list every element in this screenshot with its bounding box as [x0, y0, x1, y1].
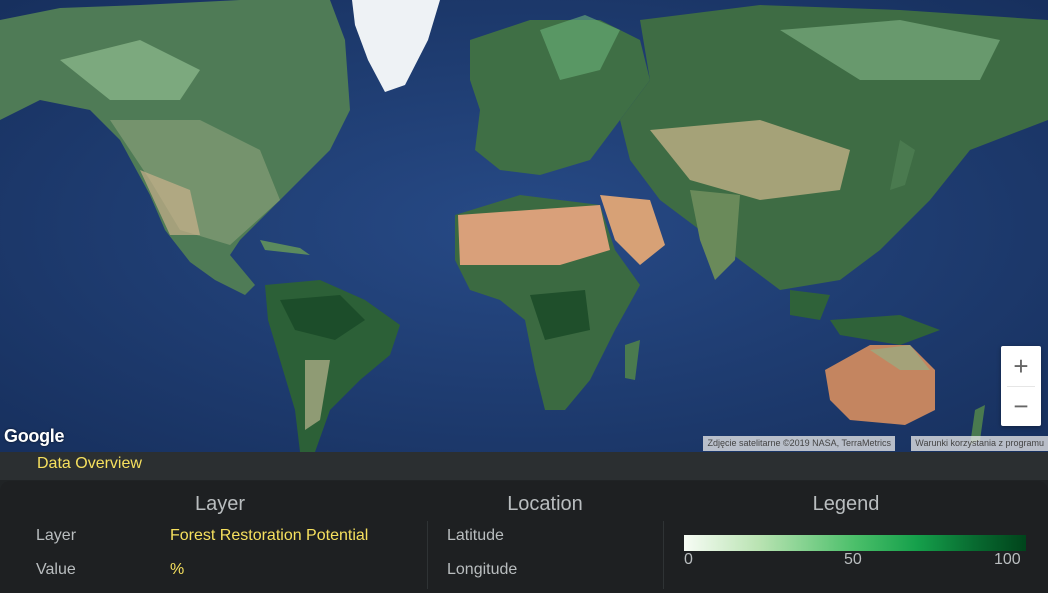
location-heading: Location: [507, 493, 583, 515]
data-overview-bar: Data Overview: [0, 452, 1048, 480]
info-panel: Layer Layer Forest Restoration Potential…: [0, 481, 1048, 593]
value-value: %: [170, 561, 185, 578]
latitude-label: Latitude: [447, 527, 504, 544]
legend-tick-max: 100: [994, 551, 1021, 568]
legend-tick-mid: 50: [844, 551, 862, 568]
plus-icon: +: [1013, 350, 1029, 381]
map-attribution: Zdjęcie satelitarne ©2019 NASA, TerraMet…: [703, 436, 895, 451]
column-divider: [427, 521, 428, 589]
google-logo: Google: [4, 426, 65, 446]
legend-tick-min: 0: [684, 551, 693, 568]
legend-heading: Legend: [812, 493, 880, 515]
column-divider: [663, 521, 664, 589]
value-label: Value: [36, 561, 76, 578]
legend-color-bar: [684, 535, 1026, 551]
zoom-control: + −: [1001, 346, 1041, 426]
longitude-label: Longitude: [447, 561, 518, 578]
data-overview-title[interactable]: Data Overview: [37, 455, 142, 473]
zoom-out-button[interactable]: −: [1001, 386, 1041, 426]
layer-heading: Layer: [194, 493, 246, 515]
minus-icon: −: [1013, 390, 1029, 421]
map-view[interactable]: Google Zdjęcie satelitarne ©2019 NASA, T…: [0, 0, 1048, 452]
satellite-map-image: [0, 0, 1048, 452]
layer-value: Forest Restoration Potential: [170, 527, 369, 544]
layer-label: Layer: [36, 527, 77, 544]
terms-link[interactable]: Warunki korzystania z programu: [911, 436, 1048, 451]
zoom-in-button[interactable]: +: [1001, 346, 1041, 386]
